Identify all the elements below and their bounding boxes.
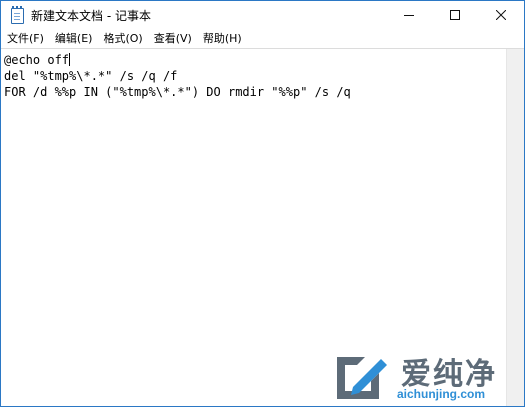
notepad-icon [9,6,25,24]
menu-help[interactable]: 帮助(H) [197,29,247,48]
menu-edit[interactable]: 编辑(E) [49,29,98,48]
maximize-icon [450,10,460,20]
watermark-brand-en: aichunjing.com [397,387,486,401]
text-line: @echo off [4,53,71,67]
text-line: del "%tmp%\*.*" /s /q /f [4,69,178,83]
menu-bar: 文件(F) 编辑(E) 格式(O) 查看(V) 帮助(H) [1,29,524,48]
text-caret [69,53,71,66]
watermark-logo-icon [337,357,387,399]
minimize-icon [404,15,414,16]
menu-format[interactable]: 格式(O) [97,29,147,48]
maximize-button[interactable] [432,1,478,29]
title-bar[interactable]: 新建文本文档 - 记事本 [1,1,524,29]
menu-view[interactable]: 查看(V) [148,29,197,48]
close-icon [496,10,506,20]
window-controls [386,1,524,29]
window-title: 新建文本文档 - 记事本 [31,8,151,23]
watermark: 爱纯净 aichunjing.com [331,353,524,406]
text-line: FOR /d %%p IN ("%tmp%\*.*") DO rmdir "%%… [4,85,351,99]
notepad-window: 新建文本文档 - 记事本 文件(F) 编辑(E) 格式(O) 查看(V) 帮助(… [0,0,525,407]
minimize-button[interactable] [386,1,432,29]
close-button[interactable] [478,1,524,29]
menu-file[interactable]: 文件(F) [1,29,49,48]
